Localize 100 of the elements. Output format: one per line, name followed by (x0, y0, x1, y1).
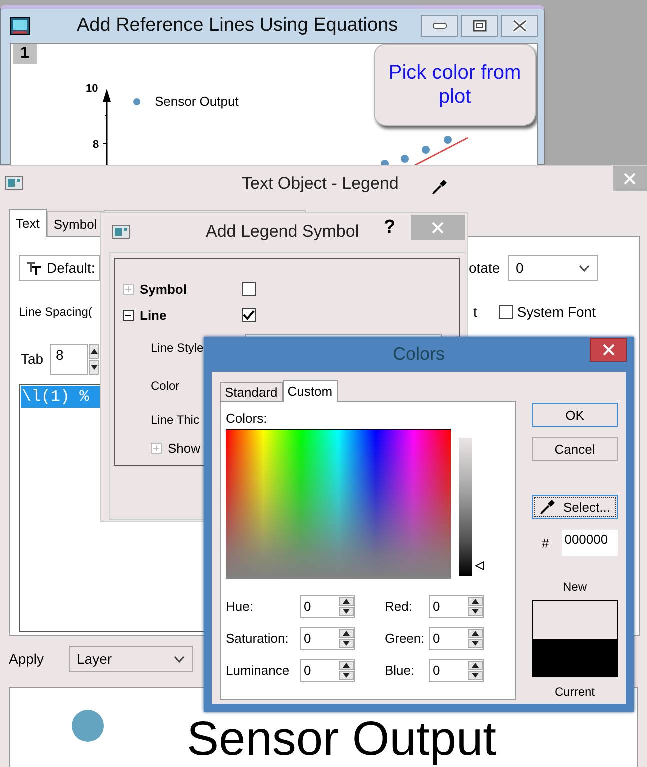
checkbox[interactable] (242, 282, 256, 296)
down-arrow-icon (343, 673, 350, 678)
close-icon (602, 344, 614, 356)
close-icon (512, 19, 528, 33)
window-title: Colors (392, 344, 445, 365)
up-arrow-icon (472, 631, 479, 636)
maximize-button[interactable] (461, 15, 498, 37)
minimize-icon (432, 23, 446, 29)
close-button[interactable] (590, 338, 627, 362)
data-point (444, 136, 452, 144)
up-arrow-icon (343, 663, 350, 668)
rotate-dropdown[interactable]: 0 (508, 255, 598, 281)
luminance-bar[interactable] (459, 438, 472, 576)
color-spectrum[interactable] (226, 429, 451, 579)
page-number[interactable]: 1 (13, 44, 37, 64)
help-button[interactable]: ? (384, 217, 396, 239)
tick-label: 10 (86, 83, 98, 95)
spin-down-button[interactable] (339, 671, 354, 680)
option-label: Symbol (140, 282, 188, 296)
new-label: New (562, 580, 588, 594)
tab-label: Tab (21, 351, 45, 367)
spin-down-button[interactable] (89, 360, 99, 374)
legend-symbol (72, 710, 104, 742)
window-icon (5, 176, 23, 190)
checkbox[interactable] (499, 305, 514, 319)
option-label: t (474, 304, 478, 320)
window-title: Add Reference Lines Using Equations (77, 15, 398, 37)
check-icon (243, 310, 255, 320)
graph-window-icon (10, 17, 30, 35)
rotate-label: otate (469, 260, 502, 276)
data-point (422, 146, 430, 154)
down-arrow-icon (343, 641, 350, 646)
window-title: Add Legend Symbol (206, 222, 360, 242)
up-arrow-icon (343, 631, 350, 636)
select-button[interactable]: Select... (532, 495, 618, 519)
number-field[interactable]: 0 (300, 627, 355, 650)
option-label: Line (140, 308, 168, 322)
field-label: Green: (384, 631, 426, 646)
option-label: Show (168, 440, 201, 456)
line-spacing-label: Line Spacing( (19, 305, 92, 319)
dialog-button[interactable]: Cancel (532, 437, 618, 461)
spin-down-button[interactable] (339, 607, 354, 616)
field-label: Red: (384, 599, 414, 614)
checkbox[interactable] (242, 308, 256, 322)
close-icon (432, 222, 444, 234)
data-point (401, 155, 409, 163)
down-arrow-icon (343, 609, 350, 614)
spin-down-button[interactable] (468, 671, 483, 680)
apply-label: Apply (9, 651, 46, 667)
down-arrow-icon (472, 641, 479, 646)
font-icon (26, 260, 42, 276)
apply-dropdown[interactable]: Layer (69, 646, 193, 672)
tab-size-field[interactable]: 8 (50, 344, 88, 374)
field-label: Blue: (384, 663, 416, 678)
eyedropper-icon (540, 499, 556, 515)
eyedropper-icon (432, 179, 448, 195)
checkbox-label: System Font (517, 304, 596, 320)
tab[interactable]: Text (9, 209, 47, 237)
hex-field[interactable]: 000000 (562, 530, 618, 556)
number-field[interactable]: 0 (300, 659, 355, 682)
window-title: Text Object - Legend (242, 174, 399, 194)
field-label: Luminance (226, 663, 291, 678)
spin-up-button[interactable] (468, 629, 483, 638)
number-field[interactable]: 0 (429, 595, 484, 618)
down-arrow-icon (472, 609, 479, 614)
tick-label: 8 (93, 139, 100, 151)
number-field[interactable]: 0 (429, 627, 484, 650)
number-field[interactable]: 0 (429, 659, 484, 682)
window-icon (112, 225, 130, 239)
maximize-icon (472, 20, 486, 32)
spin-up-button[interactable] (339, 661, 354, 670)
tab[interactable]: Custom (282, 380, 338, 402)
close-button[interactable] (501, 15, 538, 37)
field-label: Saturation: (226, 631, 290, 646)
legend-label: Sensor Output (155, 94, 239, 109)
up-arrow-icon (472, 599, 479, 604)
chevron-down-icon (174, 656, 185, 662)
spin-up-button[interactable] (89, 344, 99, 358)
font-dropdown[interactable]: Default: (19, 255, 100, 281)
spin-down-button[interactable] (468, 607, 483, 616)
dialog-button[interactable]: OK (532, 403, 618, 427)
minimize-button[interactable] (421, 15, 458, 37)
up-arrow-icon (90, 348, 98, 354)
down-arrow-icon (90, 364, 98, 370)
slider-pointer-icon (475, 561, 485, 571)
spin-down-button[interactable] (339, 639, 354, 648)
callout: Pick color from plot (374, 44, 536, 126)
spin-up-button[interactable] (468, 597, 483, 606)
spin-up-button[interactable] (339, 629, 354, 638)
preview-text: Sensor Output (187, 714, 497, 766)
tab[interactable]: Symbol (46, 211, 104, 236)
tab[interactable]: Standard (220, 382, 283, 401)
spin-up-button[interactable] (339, 597, 354, 606)
close-icon (624, 172, 636, 184)
up-arrow-icon (472, 663, 479, 668)
number-field[interactable]: 0 (300, 595, 355, 618)
spin-up-button[interactable] (468, 661, 483, 670)
hex-label: # (541, 536, 550, 550)
option-label: Line Style (151, 341, 205, 355)
spin-down-button[interactable] (468, 639, 483, 648)
